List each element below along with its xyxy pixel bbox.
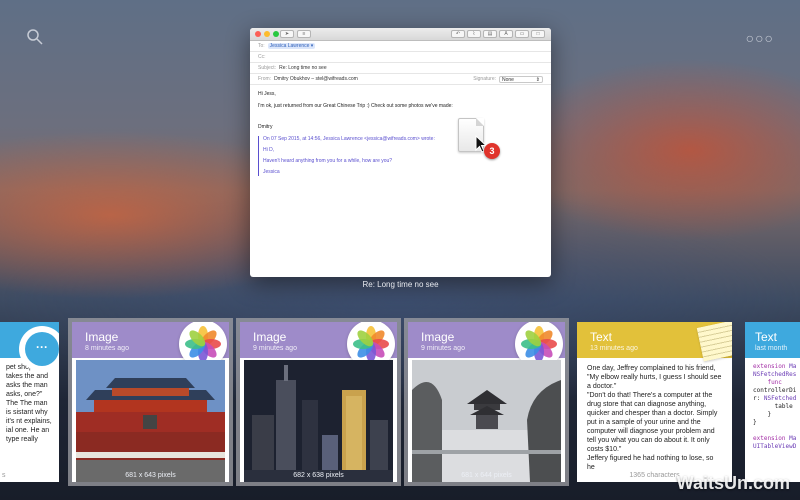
subject-value[interactable]: Re: Long time no see [279, 65, 327, 71]
mail-compose-window: ➤ ≡ ↶ ⌇ ▤ A ▭ □ To: Jessica Lawrence ▾ Cc… [250, 28, 551, 277]
send-button[interactable]: ➤ [280, 30, 294, 38]
to-label: To: [258, 43, 265, 49]
from-field[interactable]: From: Dmitry Obukhov – stel@wifreads.com … [250, 74, 551, 85]
from-label: From: [258, 76, 272, 82]
minimize-button[interactable] [264, 31, 270, 37]
quote-greeting: Hi D, [263, 147, 275, 153]
image-card-1[interactable]: Image 8 minutes ago 681 x 643 pixels [68, 318, 233, 486]
card-text: pet shop to nt takes the and asks the ma… [6, 364, 52, 443]
image-dimensions: 682 x 638 pixels [293, 472, 344, 479]
drag-count-badge: 3 [484, 143, 500, 159]
emoji-icon[interactable]: □ [531, 30, 545, 38]
format-icon[interactable]: ▤ [483, 30, 497, 38]
signature-select[interactable]: None ⇕ [499, 76, 543, 83]
card-header: Image 9 minutes ago [240, 322, 397, 368]
body-line: I'm ok, just returned from our Great Chi… [258, 103, 453, 109]
card-header: Text 13 minutes ago [577, 322, 732, 362]
text-card[interactable]: Text 13 minutes ago One day, Jeffrey com… [577, 322, 732, 482]
header-fields-button[interactable]: ≡ [297, 30, 311, 38]
mail-toolbar: ➤ ≡ ↶ ⌇ ▤ A ▭ □ [250, 28, 551, 41]
image-thumbnail: 681 x 644 pixels [412, 360, 561, 482]
message-body[interactable]: Hi Jess, I'm ok, just returned from our … [250, 85, 551, 186]
card-timestamp: last month [755, 345, 788, 352]
card-footer: s [0, 470, 59, 482]
image-thumbnail: 681 x 643 pixels [76, 360, 225, 482]
cc-label: Cc: [258, 54, 266, 60]
chevron-updown-icon: ⇕ [535, 77, 540, 83]
code-card[interactable]: Text last month extension Ma NSFetchedRe… [745, 322, 800, 482]
code-snippet: extension Ma NSFetchedRes func controlle… [753, 363, 797, 450]
photos-flower-icon [353, 326, 389, 362]
text-paragraph: "Don't do that! There's a computer at th… [587, 392, 718, 453]
photos-flower-icon [185, 326, 221, 362]
recipient-token[interactable]: Jessica Lawrence ▾ [267, 43, 316, 49]
card-type: Text [755, 330, 778, 344]
clipboard-card-partial[interactable]: ··· pet shop to nt takes the and asks th… [0, 322, 59, 482]
greeting-line: Hi Jess, [258, 91, 276, 97]
more-options-button[interactable]: ○○○ [746, 30, 774, 46]
window-controls [255, 31, 279, 37]
card-header: Image 8 minutes ago [72, 322, 229, 368]
document-fold [476, 118, 484, 126]
attach-icon[interactable]: ⌇ [467, 30, 481, 38]
card-header: ··· [0, 322, 59, 372]
quote-signature: Jessica [263, 169, 280, 175]
reply-icon[interactable]: ↶ [451, 30, 465, 38]
to-field[interactable]: To: Jessica Lawrence ▾ [250, 41, 551, 52]
subject-field[interactable]: Subject: Re: Long time no see [250, 63, 551, 74]
from-value[interactable]: Dmitry Obukhov – stel@wifreads.com [274, 76, 358, 82]
window-caption: Re: Long time no see [362, 280, 439, 289]
image-dimensions: 681 x 644 pixels [461, 472, 512, 479]
speech-bubble-icon: ··· [25, 332, 59, 366]
search-icon[interactable] [26, 28, 44, 46]
cc-field[interactable]: Cc: [250, 52, 551, 63]
quote-body: Haven't heard anything from you for a wh… [263, 158, 393, 164]
card-text: One day, Jeffrey complained to his frien… [577, 358, 732, 478]
image-dimensions: 681 x 643 pixels [125, 472, 176, 479]
close-button[interactable] [255, 31, 261, 37]
signature-value: None [502, 77, 514, 83]
subject-label: Subject: [258, 65, 277, 71]
signature-label: Signature: [473, 76, 496, 82]
image-card-2[interactable]: Image 9 minutes ago 682 x 638 pixels [236, 318, 401, 486]
card-header: Image 9 minutes ago [408, 322, 565, 368]
photo-browser-icon[interactable]: ▭ [515, 30, 529, 38]
signature-name: Dmitry [258, 124, 273, 130]
photos-flower-icon [521, 326, 557, 362]
quote-header: On 07 Sep 2015, at 14:56, Jessica Lawren… [263, 136, 435, 142]
quoted-message: On 07 Sep 2015, at 14:56, Jessica Lawren… [258, 136, 543, 176]
messages-icon: ··· [19, 326, 59, 372]
zoom-button[interactable] [273, 31, 279, 37]
image-card-3[interactable]: Image 9 minutes ago 681 x 644 pixels [404, 318, 569, 486]
card-header: Text last month [745, 322, 800, 358]
watermark: WaitsUn.com [676, 473, 790, 493]
notepad-icon [696, 322, 732, 362]
image-thumbnail: 682 x 638 pixels [244, 360, 393, 482]
font-icon[interactable]: A [499, 30, 513, 38]
text-paragraph: One day, Jeffrey complained to his frien… [587, 365, 722, 390]
